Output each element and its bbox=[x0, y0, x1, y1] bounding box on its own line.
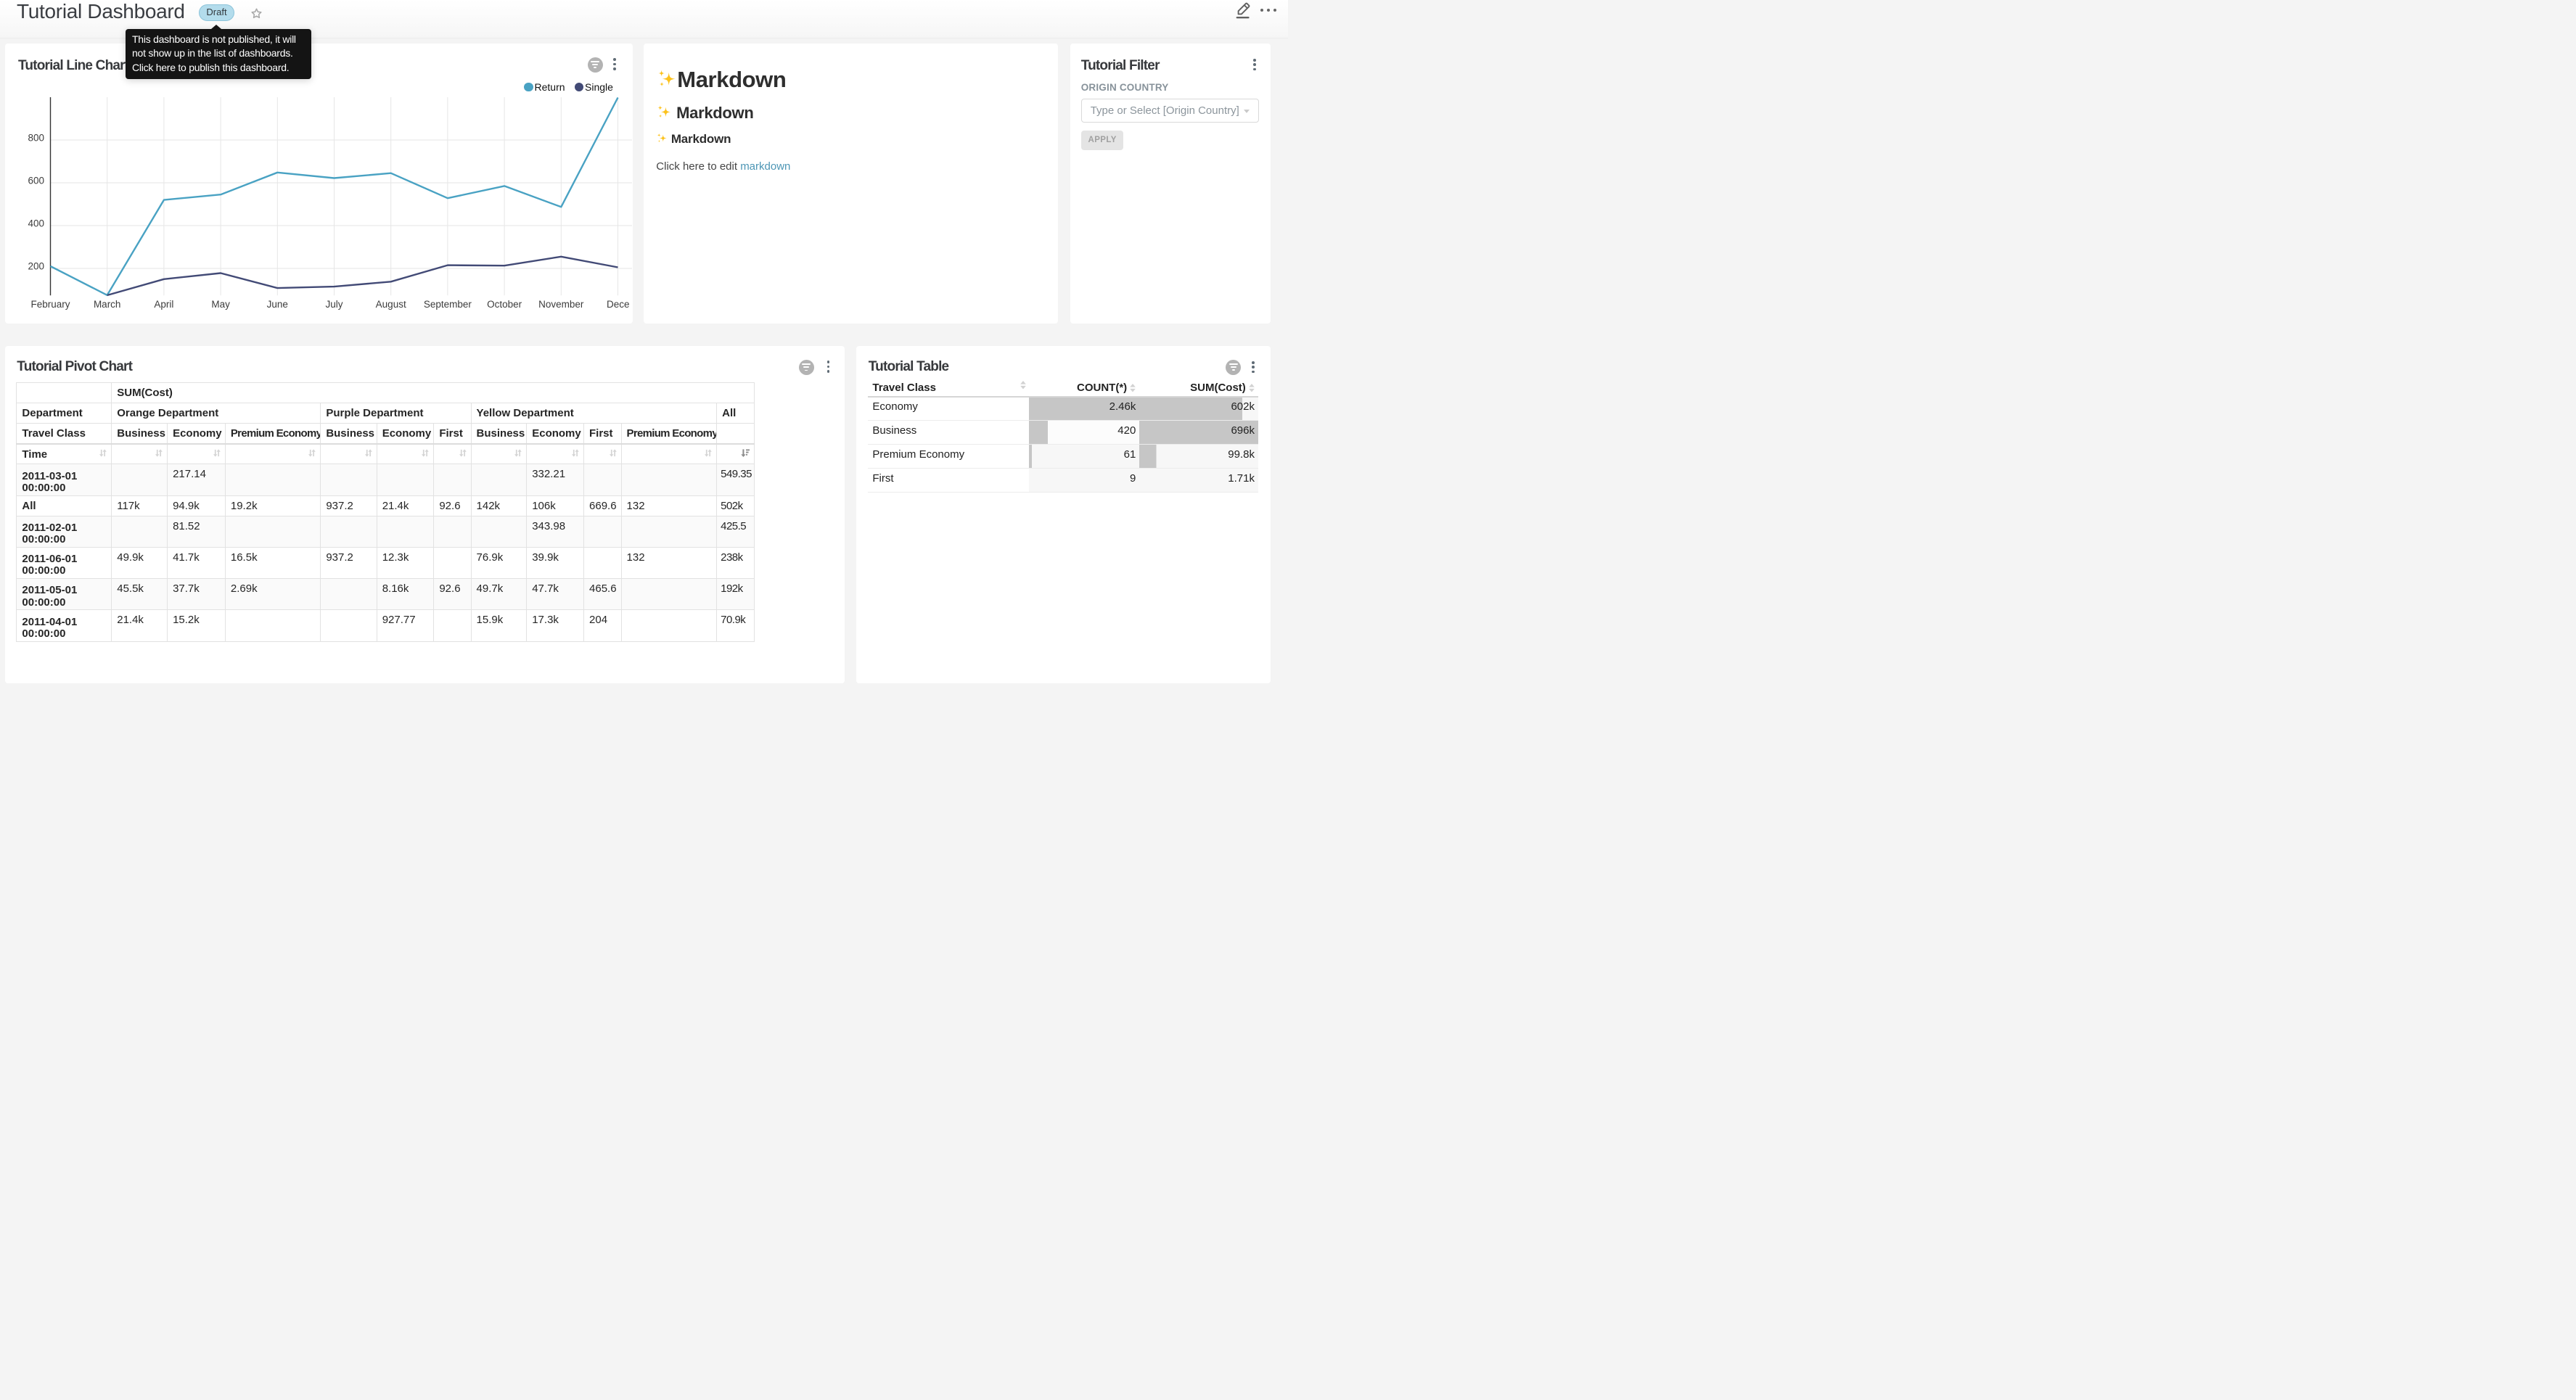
svg-text:August: August bbox=[376, 299, 406, 310]
svg-text:400: 400 bbox=[28, 218, 44, 229]
svg-text:June: June bbox=[267, 299, 288, 310]
svg-text:October: October bbox=[487, 299, 522, 310]
svg-text:July: July bbox=[325, 299, 342, 310]
svg-text:November: November bbox=[538, 299, 584, 310]
svg-text:February: February bbox=[30, 299, 70, 310]
svg-text:September: September bbox=[424, 299, 472, 310]
svg-text:April: April bbox=[154, 299, 173, 310]
svg-text:Dece: Dece bbox=[607, 299, 630, 310]
svg-text:200: 200 bbox=[28, 261, 44, 272]
svg-text:800: 800 bbox=[28, 133, 44, 144]
svg-text:May: May bbox=[211, 299, 230, 310]
svg-text:March: March bbox=[94, 299, 121, 310]
svg-text:600: 600 bbox=[28, 176, 44, 186]
